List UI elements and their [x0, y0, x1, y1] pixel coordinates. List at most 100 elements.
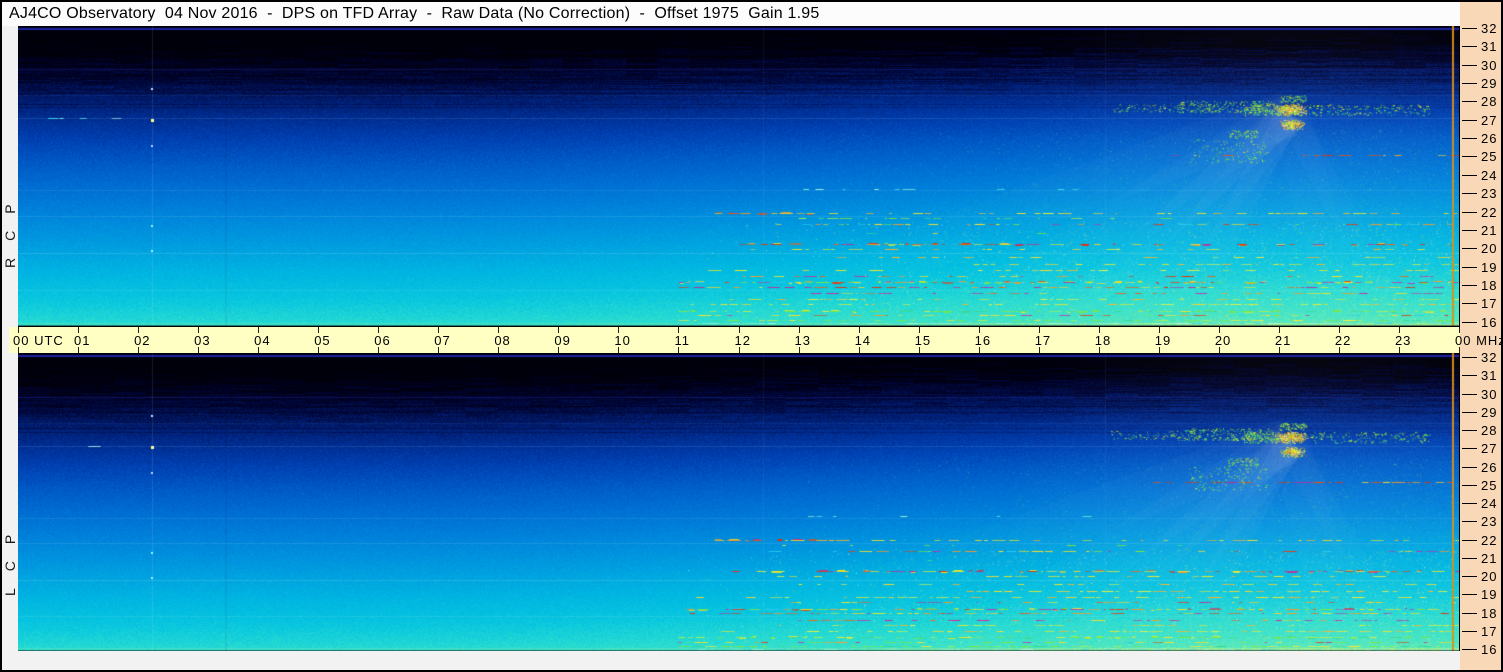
- freq-tick: [1462, 175, 1477, 176]
- hour-label: 19: [1154, 333, 1172, 348]
- freq-tick: [1462, 649, 1477, 650]
- freq-tick: [1462, 193, 1477, 194]
- freq-tick: [1462, 394, 1477, 395]
- hour-label: 15: [914, 333, 932, 348]
- hour-label: 13: [794, 333, 811, 348]
- freq-tick: [1462, 467, 1477, 468]
- freq-tick: [1462, 156, 1477, 157]
- freq-tick-label: 22: [1481, 533, 1498, 548]
- freq-tick: [1462, 613, 1477, 614]
- hour-label: 17: [1034, 333, 1052, 348]
- polarization-label-lcp: LCP: [2, 517, 18, 596]
- app-window: AJ4CO Observatory 04 Nov 2016 - DPS on T…: [0, 0, 1503, 672]
- freq-tick: [1462, 503, 1477, 504]
- freq-tick: [1462, 594, 1477, 595]
- hour-label: 18: [1094, 333, 1112, 348]
- hour-label: 14: [854, 333, 872, 348]
- freq-tick: [1462, 212, 1477, 213]
- freq-tick-label: 27: [1481, 113, 1498, 128]
- freq-tick: [1462, 375, 1477, 376]
- hour-label: 07: [434, 333, 451, 348]
- freq-tick-label: 18: [1481, 278, 1498, 293]
- freq-tick-label: 23: [1481, 186, 1498, 201]
- freq-tick: [1462, 65, 1477, 66]
- hour-label: 03: [194, 333, 211, 348]
- freq-tick-label: 16: [1481, 315, 1498, 330]
- page-title: AJ4CO Observatory 04 Nov 2016 - DPS on T…: [9, 5, 820, 22]
- freq-tick-label: 31: [1481, 39, 1498, 54]
- freq-tick-label: 29: [1481, 405, 1498, 420]
- hour-label: 22: [1334, 333, 1352, 348]
- freq-tick: [1462, 558, 1477, 559]
- hour-label: 20: [1214, 333, 1232, 348]
- freq-tick: [1462, 101, 1477, 102]
- bottom-strip: [2, 651, 1460, 670]
- lcp-spectrogram: [18, 353, 1459, 651]
- freq-tick-label: 16: [1481, 642, 1498, 657]
- hour-label: 16: [974, 333, 992, 348]
- freq-tick: [1462, 540, 1477, 541]
- freq-tick-label: 20: [1481, 569, 1498, 584]
- freq-tick: [1462, 138, 1477, 139]
- freq-tick-label: 30: [1481, 58, 1498, 73]
- freq-tick: [1462, 448, 1477, 449]
- time-axis-left-label: 00 UTC: [13, 333, 64, 348]
- freq-tick: [1462, 631, 1477, 632]
- freq-tick: [1462, 430, 1477, 431]
- freq-tick: [1462, 46, 1477, 47]
- freq-tick-label: 25: [1481, 149, 1498, 164]
- freq-tick: [1462, 576, 1477, 577]
- freq-tick-label: 28: [1481, 94, 1498, 109]
- freq-tick: [1462, 248, 1477, 249]
- hour-label: 11: [674, 333, 690, 348]
- freq-tick-label: 29: [1481, 76, 1498, 91]
- freq-tick: [1462, 230, 1477, 231]
- freq-tick: [1462, 120, 1477, 121]
- hour-label: 06: [374, 333, 391, 348]
- freq-tick-label: 24: [1481, 168, 1498, 183]
- hour-label: 12: [734, 333, 751, 348]
- freq-tick-label: 20: [1481, 241, 1498, 256]
- hour-label: 08: [494, 333, 511, 348]
- freq-tick: [1462, 83, 1477, 84]
- freq-tick: [1462, 357, 1477, 358]
- freq-tick-label: 26: [1481, 460, 1498, 475]
- hour-label: 04: [254, 333, 271, 348]
- freq-tick-label: 27: [1481, 441, 1498, 456]
- hour-label: 21: [1274, 333, 1292, 348]
- freq-tick-label: 23: [1481, 514, 1498, 529]
- time-axis-right-label: 00 MHz: [1455, 333, 1503, 348]
- freq-tick: [1462, 322, 1477, 323]
- freq-tick-label: 17: [1481, 296, 1498, 311]
- freq-tick: [1462, 267, 1477, 268]
- freq-tick-label: 24: [1481, 496, 1498, 511]
- freq-tick-label: 25: [1481, 478, 1498, 493]
- hour-label: 09: [554, 333, 571, 348]
- hour-label: 23: [1394, 333, 1412, 348]
- freq-tick-label: 32: [1481, 21, 1498, 36]
- freq-tick: [1462, 28, 1477, 29]
- freq-tick-label: 17: [1481, 624, 1498, 639]
- freq-tick-label: 19: [1481, 587, 1498, 602]
- freq-tick-label: 31: [1481, 368, 1498, 383]
- freq-tick-label: 30: [1481, 387, 1498, 402]
- hour-label: 01: [74, 333, 91, 348]
- hour-label: 10: [614, 333, 631, 348]
- freq-tick-label: 26: [1481, 131, 1498, 146]
- polarization-label-rcp: RCP: [2, 187, 18, 268]
- freq-tick: [1462, 521, 1477, 522]
- hour-label: 02: [134, 333, 151, 348]
- rcp-spectrogram: [18, 26, 1459, 326]
- freq-tick-label: 21: [1481, 223, 1498, 238]
- freq-tick-label: 19: [1481, 260, 1498, 275]
- freq-tick-label: 22: [1481, 205, 1498, 220]
- freq-tick: [1462, 303, 1477, 304]
- time-axis: 00 UTC 00 MHz 01 02 03 04 05 06 07 08 09 10 11 12 13…: [9, 327, 1503, 353]
- freq-tick-label: 21: [1481, 551, 1498, 566]
- freq-tick-label: 32: [1481, 350, 1498, 365]
- freq-tick-label: 28: [1481, 423, 1498, 438]
- freq-tick-label: 18: [1481, 606, 1498, 621]
- title-bar: AJ4CO Observatory 04 Nov 2016 - DPS on T…: [2, 2, 1460, 26]
- freq-tick: [1462, 412, 1477, 413]
- freq-tick: [1462, 485, 1477, 486]
